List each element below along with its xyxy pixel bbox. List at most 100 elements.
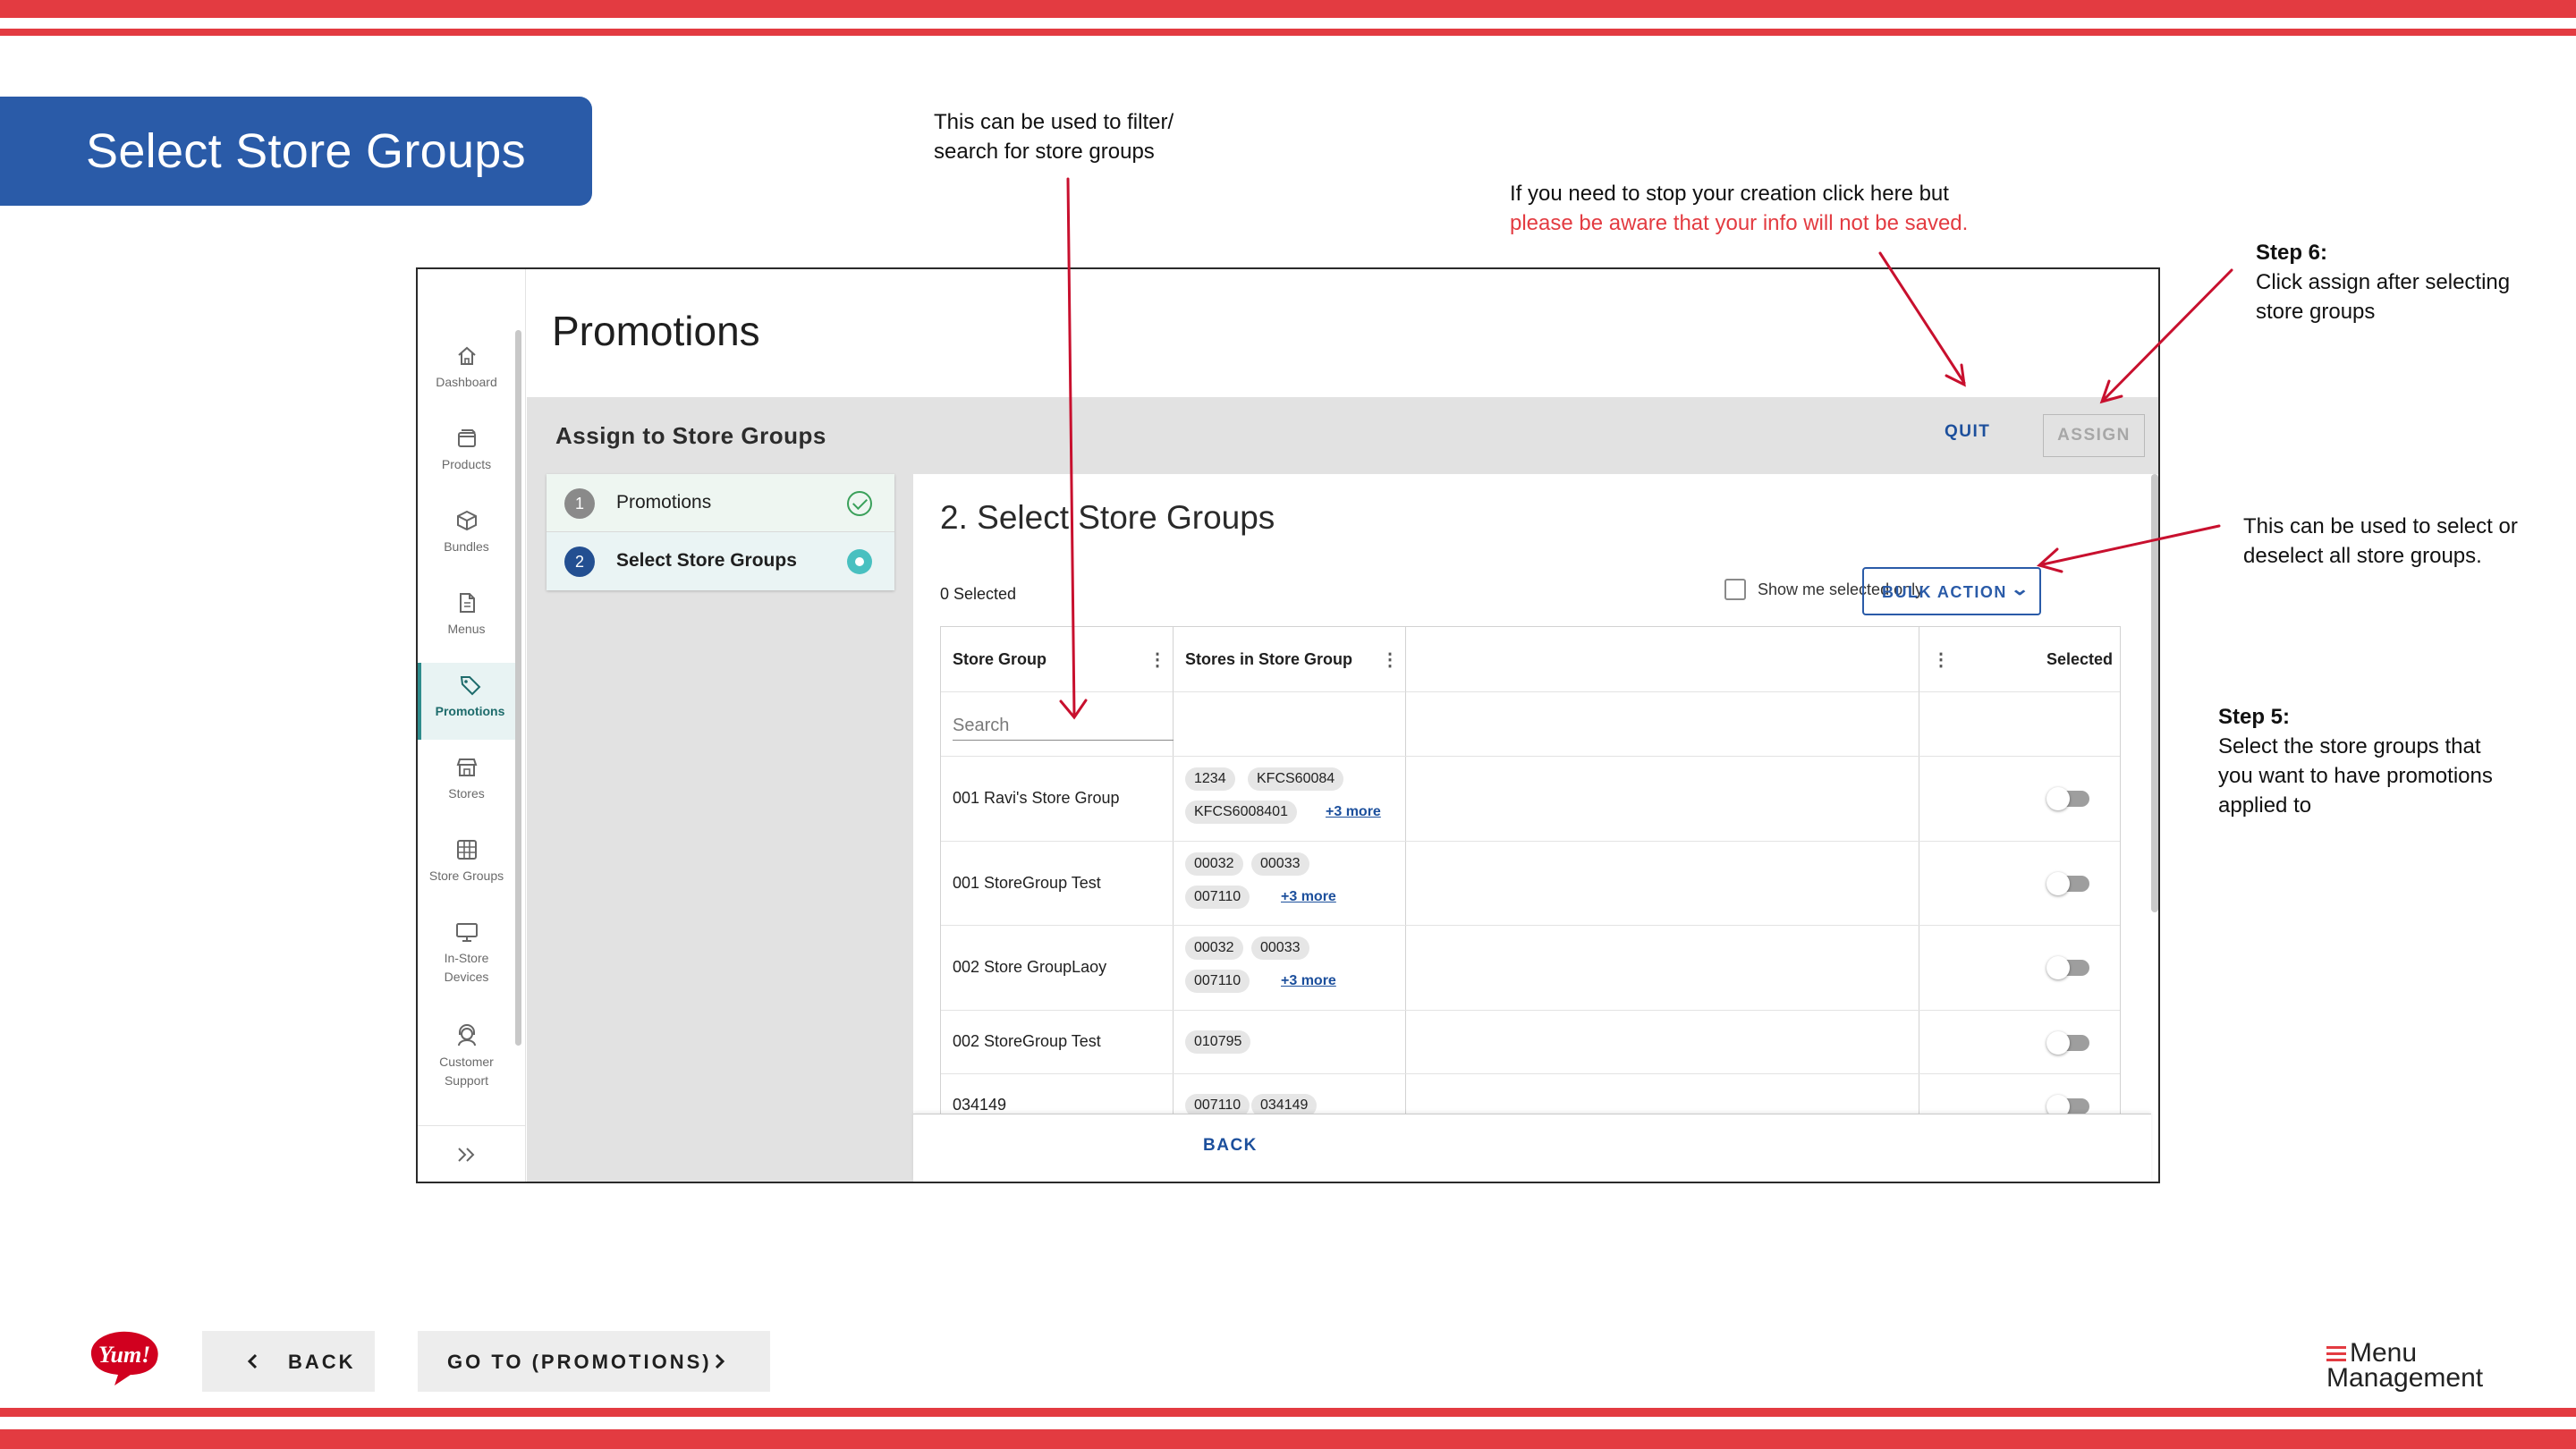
tag-icon bbox=[460, 676, 481, 696]
stepper: 1 Promotions 2 Select Store Groups bbox=[547, 474, 894, 590]
store-chip: 007110 bbox=[1185, 1094, 1250, 1114]
panel-footer: BACK bbox=[913, 1114, 2151, 1182]
sidebar-item-dashboard[interactable]: Dashboard bbox=[418, 334, 515, 411]
filter-cell-spacer bbox=[1406, 691, 1919, 756]
table-row: 002 Store GroupLaoy 00032 00033 007110 +… bbox=[941, 925, 2120, 1010]
column-menu-icon[interactable]: ⋮ bbox=[1148, 648, 1166, 671]
monitor-icon bbox=[456, 923, 478, 942]
menu-management-logo: Menu Management bbox=[2326, 1338, 2484, 1393]
sidebar-item-promotions[interactable]: Promotions bbox=[418, 663, 515, 740]
store-chip: 010795 bbox=[1185, 1030, 1251, 1054]
store-chip: 1234 bbox=[1185, 767, 1235, 791]
selected-toggle[interactable] bbox=[2046, 872, 2089, 895]
store-chip: 00032 bbox=[1185, 936, 1243, 960]
sidebar-item-store-groups[interactable]: Store Groups bbox=[418, 827, 515, 904]
store-group-name: 002 Store GroupLaoy bbox=[953, 958, 1107, 976]
more-stores-link[interactable]: +3 more bbox=[1281, 973, 1336, 989]
store-chip: 00033 bbox=[1251, 852, 1309, 876]
go-to-promotions-button[interactable]: GO TO (PROMOTIONS) bbox=[418, 1331, 770, 1392]
chevron-down-icon: ⌄ bbox=[2010, 580, 2032, 599]
show-selected-checkbox[interactable] bbox=[1724, 579, 1746, 600]
store-chip: 034149 bbox=[1251, 1094, 1318, 1114]
quit-button[interactable]: QUIT bbox=[1945, 422, 1990, 442]
bottom-stripe-thin bbox=[0, 1408, 2576, 1417]
back-button[interactable]: BACK bbox=[202, 1331, 375, 1392]
sidebar-item-products[interactable]: Products bbox=[418, 416, 515, 493]
column-header-store-group[interactable]: Store Group ⋮ bbox=[941, 627, 1174, 691]
svg-text:Yum!: Yum! bbox=[98, 1342, 150, 1368]
step-promotions[interactable]: 1 Promotions bbox=[547, 474, 894, 532]
sidebar-item-menus[interactable]: Menus bbox=[418, 580, 515, 657]
support-icon bbox=[458, 1024, 476, 1046]
sidebar-item-stores[interactable]: Stores bbox=[418, 745, 515, 822]
sidebar-item-customer-support[interactable]: Customer Support bbox=[418, 1013, 515, 1112]
app-screenshot: Dashboard Products Bundles Menus Promoti… bbox=[416, 267, 2160, 1183]
assign-bar: Assign to Store Groups QUIT ASSIGN bbox=[527, 397, 2158, 474]
slide-title-banner: Select Store Groups bbox=[0, 97, 592, 206]
selected-count: 0 Selected bbox=[940, 585, 1017, 603]
more-stores-link[interactable]: +3 more bbox=[1281, 889, 1336, 905]
panel-title: 2. Select Store Groups bbox=[940, 499, 1275, 536]
bottom-stripe-thick bbox=[0, 1429, 2576, 1449]
filter-note: This can be used to filter/ search for s… bbox=[934, 110, 1174, 164]
current-step-icon bbox=[847, 549, 872, 574]
store-group-name: 001 StoreGroup Test bbox=[953, 874, 1101, 892]
column-menu-icon[interactable]: ⋮ bbox=[1932, 648, 1950, 671]
main-content: Promotions Assign to Store Groups QUIT A… bbox=[527, 269, 2158, 1182]
document-icon bbox=[460, 593, 475, 613]
page-title: Promotions bbox=[552, 308, 760, 354]
column-menu-icon[interactable]: ⋮ bbox=[1381, 648, 1399, 671]
panel-scrollbar[interactable] bbox=[2151, 474, 2158, 912]
filter-cell-store-group: Search bbox=[941, 691, 1174, 756]
filter-cell-stores bbox=[1174, 691, 1406, 756]
step-number: 1 bbox=[564, 488, 595, 519]
expand-sidebar-icon[interactable] bbox=[456, 1146, 478, 1164]
store-group-search-input[interactable]: Search bbox=[953, 710, 1174, 741]
more-stores-link[interactable]: +3 more bbox=[1326, 804, 1381, 820]
selected-toggle[interactable] bbox=[2046, 1031, 2089, 1055]
check-circle-icon bbox=[847, 491, 872, 516]
sidebar: Dashboard Products Bundles Menus Promoti… bbox=[418, 269, 526, 1182]
top-stripe-thin bbox=[0, 29, 2576, 36]
assign-bar-title: Assign to Store Groups bbox=[555, 422, 826, 449]
slide-title: Select Store Groups bbox=[86, 124, 526, 178]
chevron-right-icon bbox=[715, 1353, 725, 1369]
column-header-selected[interactable]: ⋮ Selected bbox=[1919, 627, 2120, 691]
store-chip: 007110 bbox=[1185, 886, 1250, 909]
store-groups-table: Store Group ⋮ Stores in Store Group ⋮ ⋮ … bbox=[940, 626, 2121, 1114]
step-label: Select Store Groups bbox=[616, 550, 797, 571]
storefront-icon bbox=[456, 758, 478, 776]
top-stripe-thick bbox=[0, 0, 2576, 18]
table-row: 001 Ravi's Store Group 1234 KFCS60084 KF… bbox=[941, 756, 2120, 841]
store-chip: KFCS60084 bbox=[1248, 767, 1344, 791]
bulk-action-button[interactable]: BULK ACTION ⌄ bbox=[1862, 567, 2041, 615]
chevron-left-icon bbox=[247, 1353, 258, 1369]
step-select-store-groups[interactable]: 2 Select Store Groups bbox=[547, 532, 894, 590]
selected-toggle[interactable] bbox=[2046, 1095, 2089, 1114]
bulk-note: This can be used to select or deselect a… bbox=[2243, 514, 2518, 568]
sidebar-item-in-store-devices[interactable]: In-Store Devices bbox=[418, 910, 515, 1008]
panel-back-button[interactable]: BACK bbox=[1203, 1136, 1258, 1156]
step-number: 2 bbox=[564, 547, 595, 577]
selected-toggle[interactable] bbox=[2046, 787, 2089, 810]
table-row: 002 StoreGroup Test 010795 bbox=[941, 1010, 2120, 1073]
store-chip: 00032 bbox=[1185, 852, 1243, 876]
table-row: 034149 007110 034149 bbox=[941, 1073, 2120, 1114]
menu-lines-icon bbox=[2326, 1346, 2346, 1365]
column-header-stores[interactable]: Stores in Store Group ⋮ bbox=[1174, 627, 1406, 691]
store-chip: 007110 bbox=[1185, 970, 1250, 993]
store-group-name: 001 Ravi's Store Group bbox=[953, 789, 1120, 807]
select-store-groups-panel: 2. Select Store Groups 0 Selected Show m… bbox=[913, 474, 2158, 1182]
step-label: Promotions bbox=[616, 492, 712, 513]
home-icon bbox=[458, 346, 476, 365]
store-group-name: 002 StoreGroup Test bbox=[953, 1032, 1101, 1050]
sidebar-scrollbar[interactable] bbox=[515, 330, 521, 1046]
selected-toggle[interactable] bbox=[2046, 956, 2089, 979]
column-header-spacer bbox=[1406, 627, 1919, 691]
assign-button[interactable]: ASSIGN bbox=[2043, 414, 2145, 457]
store-chip: KFCS6008401 bbox=[1185, 801, 1297, 824]
store-group-name: 034149 bbox=[953, 1096, 1007, 1114]
box-icon bbox=[458, 429, 476, 447]
step5-note: Step 5: Select the store groups that you… bbox=[2218, 705, 2493, 818]
sidebar-item-bundles[interactable]: Bundles bbox=[418, 498, 515, 575]
